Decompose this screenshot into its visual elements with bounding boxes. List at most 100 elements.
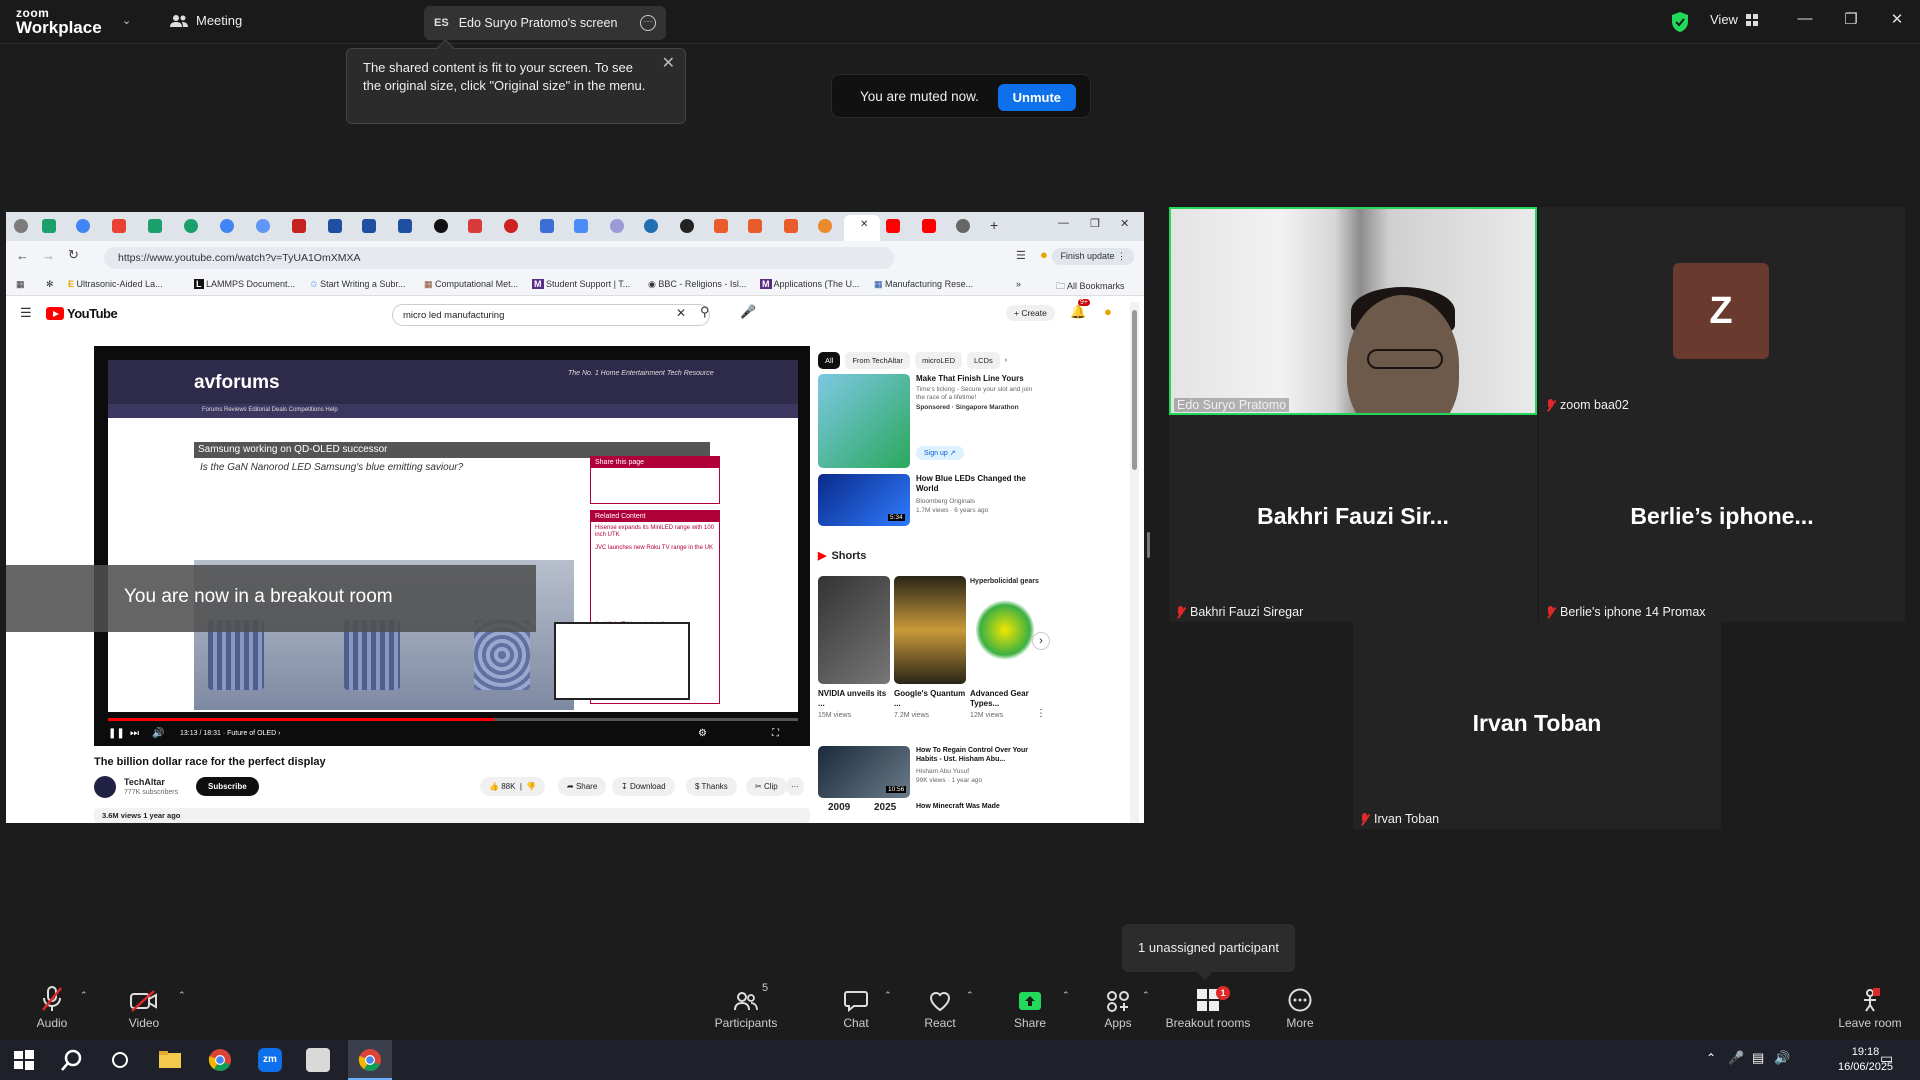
forward-icon[interactable]: → xyxy=(42,248,55,263)
clear-search-icon[interactable]: ✕ xyxy=(676,306,686,320)
breakout-rooms-button[interactable]: Breakout rooms xyxy=(1158,984,1258,1030)
bookmark-item[interactable]: E Ultrasonic-Aided La... xyxy=(68,279,163,289)
participant-tile-irvan[interactable]: Irvan Toban Irvan Toban xyxy=(1353,622,1721,829)
related-video-ad[interactable]: Make That Finish Line Yours Time's ticki… xyxy=(818,374,1038,470)
share-button[interactable]: ➦ Share xyxy=(558,777,607,796)
video-player[interactable]: avforums The No. 1 Home Entertainment Te… xyxy=(94,346,810,746)
zoom-app-icon[interactable]: zm xyxy=(258,1048,282,1072)
related-video[interactable]: 2009 2025 How Minecraft Was Made xyxy=(818,802,1038,822)
volume-icon[interactable]: 🔊 xyxy=(152,728,164,739)
microphone-icon[interactable]: 🎤 xyxy=(740,304,756,320)
short-video[interactable]: Hyperbolicidal gears Advanced Gear Types… xyxy=(970,576,1042,719)
search-icon[interactable]: ⚲ xyxy=(700,304,710,320)
create-button[interactable]: + Create xyxy=(1006,305,1055,321)
notifications-icon[interactable]: ▭ xyxy=(1880,1050,1893,1067)
all-bookmarks[interactable]: 🗀 All Bookmarks xyxy=(1056,279,1125,295)
scrollbar-thumb[interactable] xyxy=(1132,310,1137,470)
bookmark-item[interactable]: M Applications (The U... xyxy=(760,279,860,289)
share-options-caret-icon[interactable]: ⌃ xyxy=(1062,990,1070,1001)
chip-microled[interactable]: microLED xyxy=(915,352,962,369)
tray-overflow-icon[interactable]: ⌃ xyxy=(1706,1051,1716,1065)
tab-favicon[interactable] xyxy=(610,219,624,233)
profile-icon[interactable]: ● xyxy=(1040,247,1048,262)
more-bookmarks-icon[interactable]: » xyxy=(1016,279,1021,289)
minimize-icon[interactable]: — xyxy=(1790,10,1820,27)
video-button[interactable]: Video xyxy=(104,984,184,1030)
close-icon[interactable]: ✕ xyxy=(662,55,675,73)
like-button[interactable]: 👍 88K | 👎 xyxy=(480,777,546,796)
close-icon[interactable]: ✕ xyxy=(1120,217,1129,230)
settings-icon[interactable]: ⚙ xyxy=(698,728,707,739)
chip-from-techaltar[interactable]: From TechAltar xyxy=(845,352,911,369)
tab-favicon[interactable] xyxy=(468,219,482,233)
more-actions-icon[interactable]: ··· xyxy=(786,777,804,796)
extensions-icon[interactable]: ☰ xyxy=(1016,249,1026,262)
tab-favicon[interactable] xyxy=(540,219,554,233)
tab-favicon[interactable] xyxy=(574,219,588,233)
unmute-button[interactable]: Unmute xyxy=(997,84,1076,111)
shared-screen[interactable]: ✕ + — ❐ ✕ ← → ↻ https://www.youtube.com/… xyxy=(6,212,1144,823)
restore-icon[interactable]: ❐ xyxy=(1836,10,1866,28)
leave-room-button[interactable]: Leave room xyxy=(1828,984,1912,1030)
pause-icon[interactable]: ❚❚ xyxy=(108,728,125,739)
bookmark-item[interactable]: L LAMMPS Document... xyxy=(194,279,295,289)
tab-favicon[interactable] xyxy=(714,219,728,233)
channel-name[interactable]: TechAltar xyxy=(124,777,165,787)
file-explorer-icon[interactable] xyxy=(158,1048,182,1072)
volume-icon[interactable]: 🔊 xyxy=(1774,1050,1790,1066)
tab-favicon[interactable] xyxy=(818,219,832,233)
bookmark-item[interactable]: M Student Support | T... xyxy=(532,279,630,289)
chat-options-caret-icon[interactable]: ⌃ xyxy=(884,990,892,1001)
view-button[interactable]: View xyxy=(1710,12,1758,27)
shorts-next-icon[interactable]: › xyxy=(1032,632,1050,650)
task-view-icon[interactable] xyxy=(108,1048,132,1072)
reload-icon[interactable]: ↻ xyxy=(68,247,79,263)
tab-favicon[interactable] xyxy=(220,219,234,233)
hamburger-menu-icon[interactable]: ☰ xyxy=(20,305,32,321)
minimize-icon[interactable]: — xyxy=(1058,217,1069,229)
chevron-right-icon[interactable]: › xyxy=(1005,352,1008,369)
chrome-icon[interactable] xyxy=(358,1048,382,1072)
youtube-tab-icon[interactable] xyxy=(922,219,936,233)
finish-update-button[interactable]: Finish update ⋮ xyxy=(1052,248,1134,265)
short-video[interactable]: Google's Quantum ... 7.2M views xyxy=(894,576,966,719)
related-video[interactable]: 5:34 How Blue LEDs Changed the World Blo… xyxy=(818,474,1038,528)
participant-tile-bakhri[interactable]: Bakhri Fauzi Sir... Bakhri Fauzi Siregar xyxy=(1169,415,1537,622)
react-options-caret-icon[interactable]: ⌃ xyxy=(966,990,974,1001)
bookmark-item[interactable]: ▦ Manufacturing Rese... xyxy=(874,279,973,290)
tab-favicon[interactable] xyxy=(680,219,694,233)
chatgpt-icon[interactable]: ✻ xyxy=(46,279,54,290)
tab-favicon[interactable] xyxy=(784,219,798,233)
windows-start-icon[interactable] xyxy=(12,1048,36,1072)
chevron-down-icon[interactable]: ⌄ xyxy=(122,14,131,27)
tab-favicon[interactable] xyxy=(42,219,56,233)
tab-favicon[interactable] xyxy=(362,219,376,233)
tab-favicon[interactable] xyxy=(504,219,518,233)
tab-close-icon[interactable]: ✕ xyxy=(860,219,868,230)
tab-favicon[interactable] xyxy=(644,219,658,233)
video-progress-bar[interactable] xyxy=(108,718,798,721)
network-icon[interactable]: ▤ xyxy=(1752,1050,1764,1066)
close-icon[interactable]: ✕ xyxy=(1882,10,1912,28)
tab-favicon[interactable] xyxy=(148,219,162,233)
panel-resize-handle[interactable] xyxy=(1147,532,1150,558)
youtube-logo[interactable]: YouTube xyxy=(46,306,118,321)
tab-favicon[interactable] xyxy=(434,219,448,233)
microphone-icon[interactable]: 🎤 xyxy=(1728,1050,1744,1066)
account-avatar-icon[interactable]: ● xyxy=(1104,304,1112,319)
apps-options-caret-icon[interactable]: ⌃ xyxy=(1142,990,1150,1001)
clip-button[interactable]: ✂ Clip xyxy=(746,777,787,796)
short-video[interactable]: NVIDIA unveils its ... 15M views xyxy=(818,576,890,719)
channel-avatar[interactable] xyxy=(94,776,116,798)
tab-favicon[interactable] xyxy=(748,219,762,233)
chip-all[interactable]: All xyxy=(818,352,841,369)
tab-favicon[interactable] xyxy=(398,219,412,233)
participant-tile-edo[interactable]: Edo Suryo Pratomo xyxy=(1169,207,1537,415)
more-options-icon[interactable]: ··· xyxy=(640,15,656,31)
tab-favicon[interactable] xyxy=(256,219,270,233)
zoom-workplace-logo[interactable]: zoom Workplace xyxy=(16,7,102,36)
fullscreen-icon[interactable]: ⛶ xyxy=(772,728,779,739)
video-title[interactable]: The billion dollar race for the perfect … xyxy=(94,756,326,768)
related-video[interactable]: 10:56 How To Regain Control Over Your Ha… xyxy=(818,746,1038,800)
tab-favicon[interactable] xyxy=(76,219,90,233)
